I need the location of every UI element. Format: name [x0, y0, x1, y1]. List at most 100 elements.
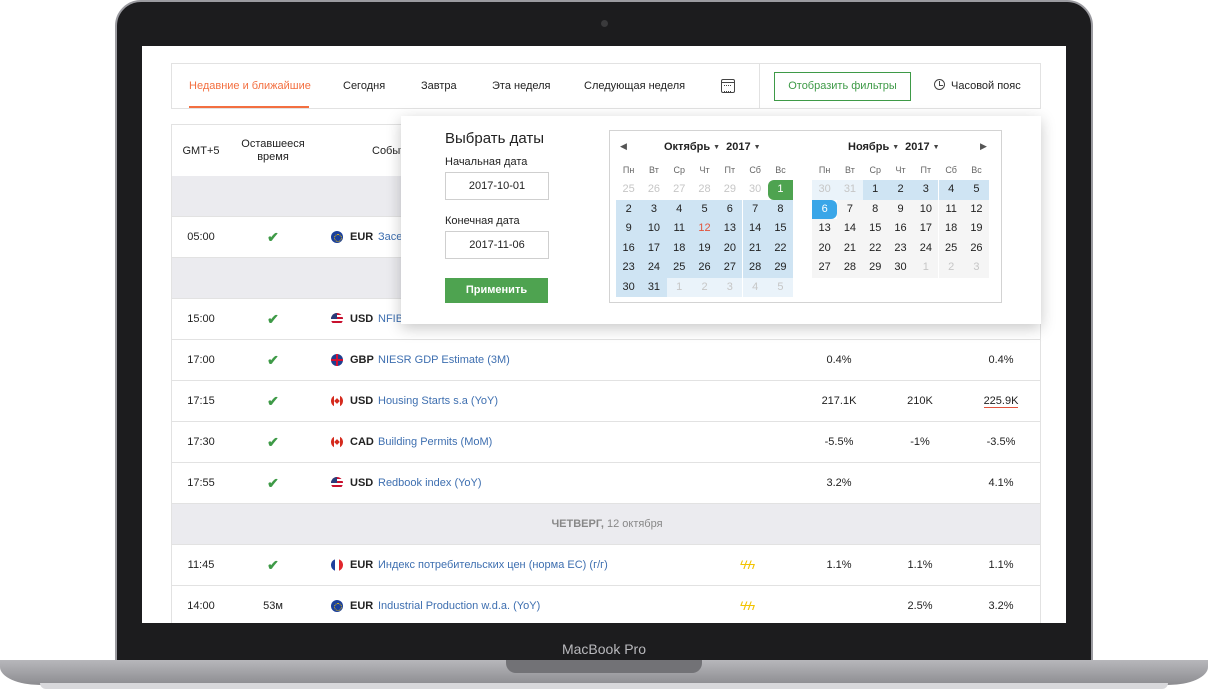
calendar-day[interactable]: 20: [812, 238, 838, 258]
calendar-day[interactable]: 12: [691, 219, 718, 239]
event-link[interactable]: Индекс потребительских цен (норма ЕС) (г…: [378, 545, 608, 585]
calendar-day[interactable]: 23: [887, 238, 914, 258]
show-filters-button[interactable]: Отобразить фильтры: [774, 72, 911, 101]
calendar-day[interactable]: 31: [641, 277, 667, 297]
calendar-day[interactable]: 14: [837, 219, 863, 239]
calendar-day[interactable]: 31: [837, 180, 863, 200]
calendar-day[interactable]: 5: [963, 180, 990, 200]
calendar-day[interactable]: 11: [938, 199, 964, 219]
calendar-day[interactable]: 2: [616, 199, 642, 219]
calendar-day[interactable]: 1: [913, 258, 939, 278]
tab-tomorrow[interactable]: Завтра: [421, 64, 457, 108]
year-select[interactable]: 2017: [726, 141, 750, 153]
calendar-day[interactable]: 24: [641, 258, 667, 278]
calendar-day[interactable]: 1: [862, 180, 888, 200]
calendar-day[interactable]: 13: [717, 219, 743, 239]
calendar-day[interactable]: 30: [812, 180, 838, 200]
calendar-day[interactable]: 28: [837, 258, 863, 278]
tab-this-week[interactable]: Эта неделя: [492, 64, 551, 108]
calendar-day[interactable]: 30: [887, 258, 914, 278]
calendar-day[interactable]: 4: [938, 180, 964, 200]
calendar-day[interactable]: 8: [862, 199, 888, 219]
calendar-day[interactable]: 18: [938, 219, 964, 239]
calendar-day[interactable]: 29: [717, 180, 742, 200]
calendar-day[interactable]: 13: [812, 219, 838, 239]
tab-next-week[interactable]: Следующая неделя: [584, 64, 685, 108]
calendar-day[interactable]: 8: [767, 199, 794, 219]
calendar-day[interactable]: 7: [742, 199, 768, 219]
event-link[interactable]: Industrial Production w.d.a. (YoY): [378, 586, 540, 623]
calendar-day[interactable]: 5: [691, 199, 718, 219]
calendar-day[interactable]: 2: [887, 180, 914, 200]
calendar-day[interactable]: 21: [742, 238, 768, 258]
event-link[interactable]: Засе: [378, 217, 402, 257]
calendar-day[interactable]: 26: [641, 180, 666, 200]
calendar-day[interactable]: 6: [812, 199, 838, 219]
tab-today[interactable]: Сегодня: [343, 64, 385, 108]
timezone-selector[interactable]: Часовой пояс: [934, 64, 1021, 108]
calendar-day[interactable]: 19: [691, 238, 718, 258]
calendar-day[interactable]: 19: [963, 219, 990, 239]
apply-button[interactable]: Применить: [445, 278, 548, 303]
calendar-day[interactable]: 7: [837, 199, 863, 219]
calendar-day[interactable]: 17: [913, 219, 939, 239]
calendar-day[interactable]: 28: [692, 180, 717, 200]
calendar-day[interactable]: 15: [862, 219, 888, 239]
calendar-day[interactable]: 30: [743, 180, 768, 200]
start-date-input[interactable]: 2017-10-01: [445, 172, 549, 200]
calendar-day[interactable]: 26: [963, 238, 990, 258]
calendar-day[interactable]: 1: [666, 277, 692, 297]
calendar-day[interactable]: 16: [616, 238, 642, 258]
event-link[interactable]: Building Permits (MoM): [378, 422, 492, 462]
event-link[interactable]: Redbook index (YoY): [378, 463, 482, 503]
calendar-day[interactable]: 9: [616, 219, 642, 239]
event-link[interactable]: Housing Starts s.a (YoY): [378, 381, 498, 421]
tab-recent[interactable]: Недавние и ближайшие: [189, 64, 311, 108]
calendar-day[interactable]: 3: [913, 180, 939, 200]
calendar-day[interactable]: 3: [717, 277, 743, 297]
prev-month-icon[interactable]: ◀: [620, 141, 627, 152]
calendar-icon[interactable]: [721, 79, 735, 93]
calendar-day[interactable]: 11: [666, 219, 692, 239]
calendar-day[interactable]: 4: [666, 199, 692, 219]
calendar-day[interactable]: 14: [742, 219, 768, 239]
calendar-day[interactable]: 3: [963, 258, 990, 278]
calendar-day[interactable]: 22: [862, 238, 888, 258]
calendar-day[interactable]: 15: [767, 219, 794, 239]
event-link[interactable]: NIESR GDP Estimate (3M): [378, 340, 510, 380]
calendar-day[interactable]: 18: [666, 238, 692, 258]
calendar-day[interactable]: 24: [913, 238, 939, 258]
calendar-day[interactable]: 4: [742, 277, 768, 297]
calendar-day[interactable]: 23: [616, 258, 642, 278]
calendar-day[interactable]: 26: [691, 258, 718, 278]
calendar-day[interactable]: 17: [641, 238, 667, 258]
calendar-day[interactable]: 28: [742, 258, 768, 278]
calendar-day[interactable]: 25: [616, 180, 641, 200]
month-select[interactable]: Октябрь: [664, 141, 710, 153]
end-date-input[interactable]: 2017-11-06: [445, 231, 549, 259]
calendar-day[interactable]: 20: [717, 238, 743, 258]
calendar-day[interactable]: 25: [666, 258, 692, 278]
calendar-day[interactable]: 27: [812, 258, 838, 278]
calendar-day[interactable]: 25: [938, 238, 964, 258]
calendar-day[interactable]: 27: [667, 180, 692, 200]
year-select[interactable]: 2017: [905, 141, 929, 153]
month-select[interactable]: Ноябрь: [848, 141, 889, 153]
calendar-day[interactable]: 16: [887, 219, 914, 239]
calendar-day[interactable]: 5: [767, 277, 794, 297]
calendar-day[interactable]: 27: [717, 258, 743, 278]
calendar-day[interactable]: 21: [837, 238, 863, 258]
calendar-day[interactable]: 3: [641, 199, 667, 219]
calendar-day[interactable]: 12: [963, 199, 990, 219]
calendar-day[interactable]: 2: [691, 277, 718, 297]
calendar-day[interactable]: 30: [616, 277, 642, 297]
calendar-day[interactable]: 29: [767, 258, 794, 278]
next-month-icon[interactable]: ▶: [980, 141, 987, 152]
calendar-day[interactable]: 22: [767, 238, 794, 258]
calendar-day[interactable]: 10: [913, 199, 939, 219]
calendar-day[interactable]: 9: [887, 199, 914, 219]
calendar-day[interactable]: 2: [938, 258, 964, 278]
calendar-day[interactable]: 6: [717, 199, 743, 219]
calendar-day[interactable]: 1: [767, 180, 794, 200]
calendar-day[interactable]: 29: [862, 258, 888, 278]
